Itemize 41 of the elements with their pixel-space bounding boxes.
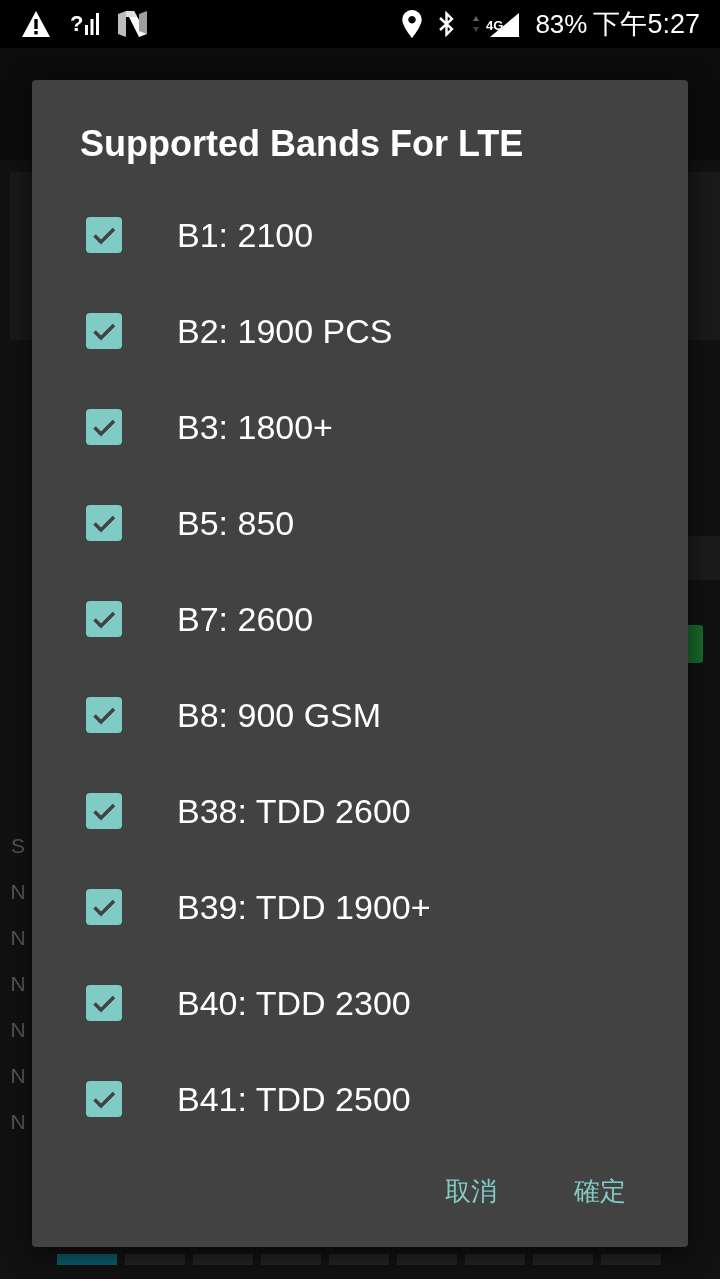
side-letter: N xyxy=(10,971,26,997)
battery-percent: 83% xyxy=(535,9,588,39)
band-label: B38: TDD 2600 xyxy=(177,791,411,831)
data-arrows-icon xyxy=(473,16,480,32)
button-edge xyxy=(688,625,703,663)
dialog-title: Supported Bands For LTE xyxy=(80,124,524,164)
checkbox[interactable] xyxy=(86,505,122,541)
signal-unknown-mark: ? xyxy=(70,11,84,37)
warning-icon xyxy=(22,11,50,37)
side-letter: N xyxy=(10,879,26,905)
checkbox[interactable] xyxy=(86,217,122,253)
band-label: B8: 900 GSM xyxy=(177,695,382,735)
checkbox[interactable] xyxy=(86,409,122,445)
checkbox[interactable] xyxy=(86,985,122,1021)
checkbox[interactable] xyxy=(86,1081,122,1117)
side-letter: N xyxy=(10,925,26,951)
network-type-label: 4G xyxy=(486,19,504,33)
checkbox[interactable] xyxy=(86,313,122,349)
side-letter: S xyxy=(11,833,25,859)
bluetooth-icon xyxy=(438,11,456,37)
checkbox[interactable] xyxy=(86,889,122,925)
band-label: B1: 2100 xyxy=(177,215,314,255)
cancel-button[interactable]: 取消 xyxy=(429,1163,513,1219)
checkbox[interactable] xyxy=(86,601,122,637)
band-label: B2: 1900 PCS xyxy=(177,311,393,351)
side-letter: N xyxy=(10,1017,26,1043)
checkbox[interactable] xyxy=(86,793,122,829)
clock-time: 下午5:27 xyxy=(593,9,700,39)
band-label: B5: 850 xyxy=(177,503,295,543)
location-pin-icon xyxy=(402,10,423,38)
checkbox[interactable] xyxy=(86,697,122,733)
band-label: B7: 2600 xyxy=(177,599,314,639)
side-letter: N xyxy=(10,1063,26,1089)
ok-button[interactable]: 確定 xyxy=(558,1163,642,1219)
signal-bars-icon xyxy=(85,13,100,35)
band-label: B39: TDD 1900+ xyxy=(177,887,431,927)
band-label: B40: TDD 2300 xyxy=(177,983,411,1023)
ribbon-logo-icon xyxy=(118,11,148,37)
band-label: B3: 1800+ xyxy=(177,407,333,447)
band-label: B41: TDD 2500 xyxy=(177,1079,411,1119)
side-letter: N xyxy=(10,1109,26,1135)
